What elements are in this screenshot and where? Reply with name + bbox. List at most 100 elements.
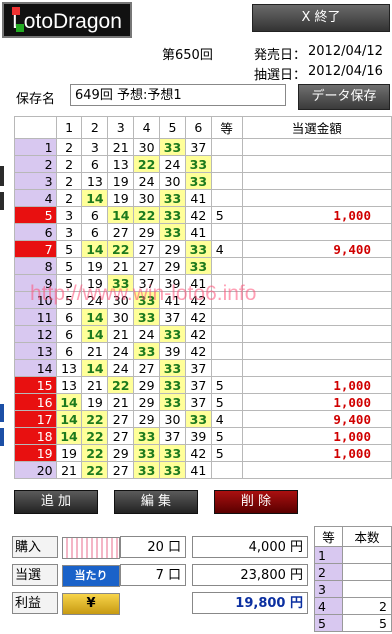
prediction-table: 1 2 3 4 5 6 等 当選金額 1 2 3 21 30 33 37 2 2 6 13 22 24 3…: [14, 116, 392, 479]
number-cell: 30: [107, 291, 135, 309]
number-cell: 39: [184, 427, 212, 445]
number-cell: 30: [159, 410, 186, 428]
number-cell: 24: [107, 342, 135, 360]
hit-number-cell: 33: [159, 138, 186, 156]
add-button[interactable]: 追 加: [14, 490, 98, 514]
table-row[interactable]: 5 3 6 14 22 33 42 5 1,000: [14, 206, 392, 224]
number-cell: 6: [55, 308, 83, 326]
rank-cell: [210, 461, 243, 479]
table-row[interactable]: 4 2 14 19 30 33 41: [14, 189, 392, 207]
table-row[interactable]: 6 3 6 27 29 33 41: [14, 223, 392, 241]
row-index: 13: [14, 342, 57, 360]
row-index: 6: [14, 223, 57, 241]
save-name-input[interactable]: 649回 予想:予想1: [70, 84, 286, 106]
hit-number-cell: 22: [107, 240, 135, 258]
ticket-icon: [62, 537, 120, 559]
row-index: 20: [14, 461, 57, 479]
rank-cell: [210, 138, 243, 156]
table-row[interactable]: 11 6 14 30 33 37 42: [14, 308, 392, 326]
hit-number-cell: 33: [133, 342, 161, 360]
number-cell: 13: [55, 376, 83, 394]
number-cell: 37: [184, 393, 212, 411]
prize-cell: [241, 274, 392, 292]
rank-count-row: 1: [314, 546, 392, 564]
sale-date: 2012/04/12: [308, 44, 383, 59]
prize-cell: [241, 325, 392, 343]
table-row[interactable]: 1 2 3 21 30 33 37: [14, 138, 392, 156]
row-index: 10: [14, 291, 57, 309]
rank-count-rank: 5: [314, 614, 343, 632]
rank-cell: 5: [210, 376, 243, 394]
number-cell: 5: [55, 291, 83, 309]
hit-number-cell: 33: [159, 376, 186, 394]
rank-cell: [210, 223, 243, 241]
number-cell: 29: [159, 240, 186, 258]
number-cell: 19: [81, 274, 109, 292]
column-header: 2: [81, 116, 109, 139]
table-row[interactable]: 3 2 13 19 24 30 33: [14, 172, 392, 190]
delete-button[interactable]: 削 除: [214, 490, 298, 514]
number-cell: 29: [159, 257, 186, 275]
row-index: 12: [14, 325, 57, 343]
table-row[interactable]: 7 5 14 22 27 29 33 4 9,400: [14, 240, 392, 258]
table-row[interactable]: 8 5 19 21 27 29 33: [14, 257, 392, 275]
number-cell: 13: [107, 155, 135, 173]
row-index: 16: [14, 393, 57, 411]
hit-number-cell: 14: [81, 308, 109, 326]
data-save-button[interactable]: データ保存: [298, 84, 390, 110]
table-row[interactable]: 14 13 14 24 27 33 37: [14, 359, 392, 377]
draw-date: 2012/04/16: [308, 64, 383, 79]
prize-cell: 1,000: [241, 393, 392, 411]
logo-green-mark: [16, 24, 24, 32]
table-row[interactable]: 18 14 22 27 33 37 39 5 1,000: [14, 427, 392, 445]
close-button[interactable]: X 終了: [252, 4, 390, 32]
side-tab[interactable]: [0, 428, 4, 446]
prize-cell: [241, 461, 392, 479]
number-cell: 2: [55, 189, 83, 207]
table-row[interactable]: 20 21 22 27 33 33 41: [14, 461, 392, 479]
rank-cell: [210, 308, 243, 326]
hit-number-cell: 22: [81, 410, 109, 428]
win-qty: 7 口: [120, 564, 186, 586]
table-row[interactable]: 9 5 19 33 37 39 41: [14, 274, 392, 292]
number-cell: 37: [184, 138, 212, 156]
column-header: 3: [107, 116, 135, 139]
number-cell: 37: [133, 274, 161, 292]
hit-number-cell: 22: [133, 155, 161, 173]
rank-cell: 4: [210, 240, 243, 258]
side-tab[interactable]: [0, 166, 4, 186]
table-row[interactable]: 17 14 22 27 29 30 33 4 9,400: [14, 410, 392, 428]
rank-cell: [210, 155, 243, 173]
hit-number-cell: 14: [107, 206, 135, 224]
rank-cell: 5: [210, 206, 243, 224]
number-cell: 30: [159, 172, 186, 190]
number-cell: 6: [81, 206, 109, 224]
number-cell: 39: [159, 274, 186, 292]
profit-label: 利益: [12, 592, 58, 614]
number-cell: 27: [107, 461, 135, 479]
table-row[interactable]: 16 14 19 21 29 33 37 5 1,000: [14, 393, 392, 411]
side-tab[interactable]: [0, 192, 4, 210]
number-cell: 6: [55, 342, 83, 360]
hit-number-cell: 33: [159, 359, 186, 377]
hit-number-cell: 14: [81, 189, 109, 207]
hit-number-cell: 33: [184, 410, 212, 428]
prize-cell: [241, 291, 392, 309]
prize-cell: 1,000: [241, 376, 392, 394]
number-cell: 13: [81, 172, 109, 190]
table-row[interactable]: 15 13 21 22 29 33 37 5 1,000: [14, 376, 392, 394]
table-row[interactable]: 10 5 24 30 33 41 42: [14, 291, 392, 309]
table-row[interactable]: 12 6 14 21 24 33 42: [14, 325, 392, 343]
edit-button[interactable]: 編 集: [114, 490, 198, 514]
side-tab[interactable]: [0, 404, 4, 422]
hit-number-cell: 14: [55, 427, 83, 445]
table-row[interactable]: 2 2 6 13 22 24 33: [14, 155, 392, 173]
column-header: 4: [133, 116, 161, 139]
win-label: 当選: [12, 564, 58, 586]
table-row[interactable]: 13 6 21 24 33 39 42: [14, 342, 392, 360]
number-cell: 27: [107, 410, 135, 428]
hit-number-cell: 33: [159, 223, 186, 241]
row-index: 17: [14, 410, 57, 428]
hit-number-cell: 33: [184, 155, 212, 173]
table-row[interactable]: 19 19 22 29 33 33 42 5 1,000: [14, 444, 392, 462]
